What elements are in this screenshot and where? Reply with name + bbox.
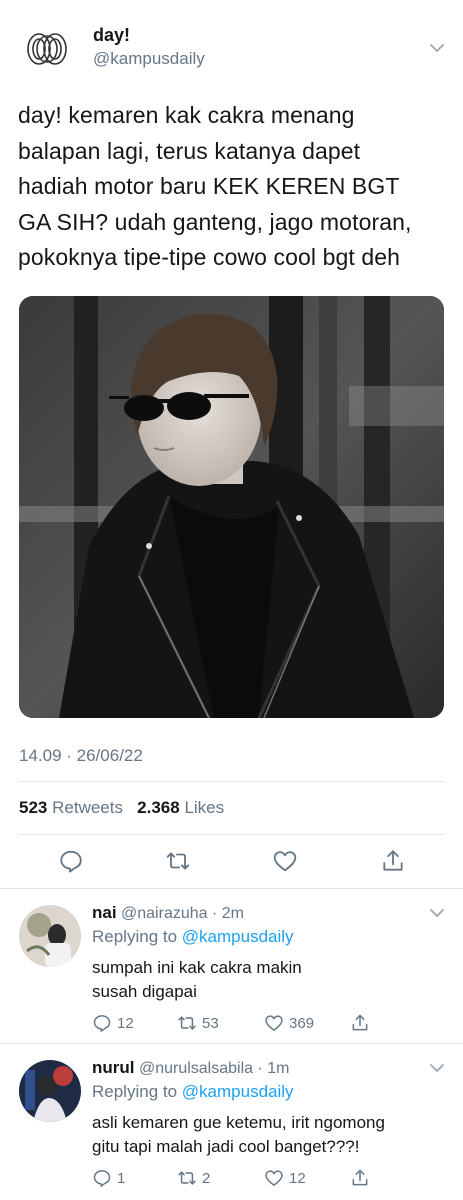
tweet-text-line: hadiah motor baru KEK KEREN BGT bbox=[18, 173, 400, 199]
tweet-header: day! @kampusdaily bbox=[0, 0, 463, 90]
reply-text-line: sumpah ini kak cakra makin bbox=[92, 958, 302, 977]
share-icon bbox=[352, 1014, 368, 1031]
like-button[interactable]: 12 bbox=[264, 1168, 306, 1188]
comment-icon[interactable] bbox=[58, 848, 84, 874]
mention-link[interactable]: @kampusdaily bbox=[182, 1082, 294, 1101]
logo-icon bbox=[27, 33, 67, 65]
chevron-down-icon[interactable] bbox=[429, 40, 445, 56]
reply-header: nurul @nurulsalsabila · 1m bbox=[92, 1058, 289, 1078]
replying-to: Replying to @kampusdaily bbox=[92, 1082, 294, 1102]
retweets-stat[interactable]: 523 Retweets bbox=[19, 798, 123, 817]
replying-to-label: Replying to bbox=[92, 1082, 178, 1101]
tweet-photo[interactable] bbox=[19, 296, 444, 718]
reply-count: 12 bbox=[117, 1014, 134, 1032]
share-icon[interactable] bbox=[380, 848, 406, 874]
retweet-button[interactable]: 2 bbox=[177, 1168, 210, 1188]
display-name[interactable]: nai bbox=[92, 903, 117, 922]
avatar[interactable] bbox=[22, 24, 72, 74]
mention-link[interactable]: @kampusdaily bbox=[182, 927, 294, 946]
divider bbox=[19, 781, 444, 782]
display-name[interactable]: day! bbox=[93, 25, 130, 46]
user-handle[interactable]: @kampusdaily bbox=[93, 49, 205, 69]
display-name[interactable]: nurul bbox=[92, 1058, 135, 1077]
tweet-stats: 523 Retweets 2.368 Likes bbox=[19, 798, 224, 818]
retweet-button[interactable]: 53 bbox=[177, 1013, 219, 1033]
retweets-label: Retweets bbox=[52, 798, 123, 817]
photo-illustration bbox=[19, 296, 444, 718]
reply-text-line: asli kemaren gue ketemu, irit ngomong bbox=[92, 1113, 385, 1132]
retweet-icon bbox=[178, 1016, 196, 1030]
like-count: 369 bbox=[289, 1014, 315, 1032]
replying-to: Replying to @kampusdaily bbox=[92, 927, 294, 947]
retweet-count: 53 bbox=[202, 1014, 219, 1032]
share-button[interactable] bbox=[350, 1168, 370, 1188]
avatar[interactable] bbox=[19, 1060, 81, 1122]
tweet-text: day! kemaren kak cakra menang balapan la… bbox=[18, 98, 448, 276]
avatar-image bbox=[19, 1060, 81, 1122]
comment-icon bbox=[93, 1015, 111, 1032]
likes-label: Likes bbox=[184, 798, 225, 817]
user-handle[interactable]: @nurulsalsabila bbox=[139, 1060, 253, 1077]
reply-text: asli kemaren gue ketemu, irit ngomong gi… bbox=[92, 1111, 442, 1159]
likes-count: 2.368 bbox=[137, 798, 180, 817]
likes-stat[interactable]: 2.368 Likes bbox=[137, 798, 224, 817]
reply-time: · 1m bbox=[257, 1060, 290, 1077]
reply-tweet[interactable]: nurul @nurulsalsabila · 1m Replying to @… bbox=[0, 1044, 463, 1200]
avatar[interactable] bbox=[19, 905, 81, 967]
share-icon bbox=[352, 1169, 368, 1186]
retweet-icon[interactable] bbox=[165, 848, 191, 874]
reply-text-line: susah digapai bbox=[92, 982, 197, 1001]
tweet-text-line: GA SIH? udah ganteng, jago motoran, bbox=[18, 208, 412, 235]
chevron-down-icon[interactable] bbox=[429, 905, 445, 921]
share-button[interactable] bbox=[350, 1013, 370, 1033]
tweet-text-line: balapan lagi, terus katanya dapet bbox=[18, 137, 361, 164]
tweet-timestamp[interactable]: 14.09 · 26/06/22 bbox=[19, 746, 143, 766]
reply-time: · 2m bbox=[211, 905, 244, 922]
tweet-actions bbox=[0, 842, 463, 882]
tweet-text-line: pokoknya tipe-tipe cowo cool bgt deh bbox=[18, 244, 401, 270]
tweet-text-line: day! kemaren kak cakra menang bbox=[18, 102, 355, 128]
reply-tweet[interactable]: nai @nairazuha · 2m Replying to @kampusd… bbox=[0, 889, 463, 1043]
retweets-count: 523 bbox=[19, 798, 48, 817]
avatar-image bbox=[19, 905, 81, 967]
reply-actions: 12 53 369 bbox=[92, 1013, 422, 1035]
user-handle[interactable]: @nairazuha bbox=[121, 905, 208, 922]
heart-icon bbox=[265, 1015, 283, 1031]
divider bbox=[19, 834, 444, 835]
heart-icon[interactable] bbox=[272, 848, 298, 874]
reply-text-line: gitu tapi malah jadi cool banget???! bbox=[92, 1137, 360, 1156]
reply-button[interactable]: 12 bbox=[92, 1013, 134, 1033]
reply-header: nai @nairazuha · 2m bbox=[92, 903, 244, 923]
heart-icon bbox=[265, 1170, 283, 1186]
like-button[interactable]: 369 bbox=[264, 1013, 314, 1033]
retweet-icon bbox=[178, 1171, 196, 1185]
reply-actions: 1 2 12 bbox=[92, 1168, 422, 1190]
reply-text: sumpah ini kak cakra makin susah digapai bbox=[92, 956, 432, 1004]
like-count: 12 bbox=[289, 1169, 306, 1187]
chevron-down-icon[interactable] bbox=[429, 1060, 445, 1076]
retweet-count: 2 bbox=[202, 1169, 211, 1187]
reply-count: 1 bbox=[117, 1169, 126, 1187]
comment-icon bbox=[93, 1170, 111, 1187]
reply-button[interactable]: 1 bbox=[92, 1168, 125, 1188]
replying-to-label: Replying to bbox=[92, 927, 178, 946]
